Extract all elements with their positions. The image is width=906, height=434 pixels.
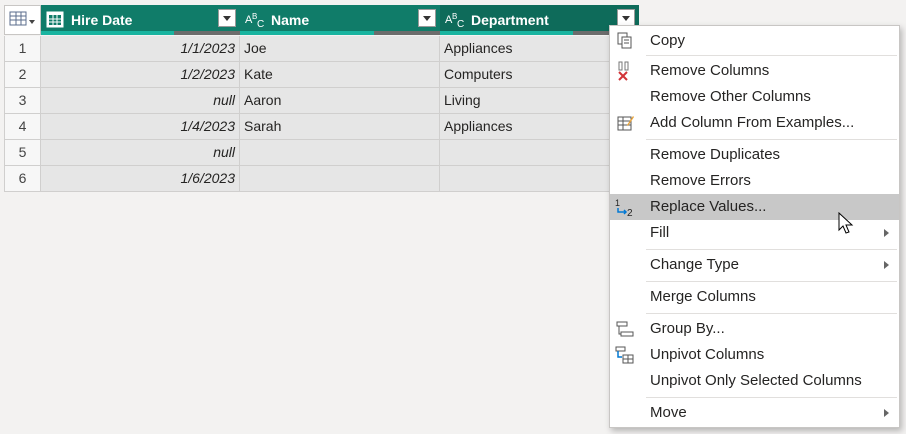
- replace-values-icon: 1 2: [615, 198, 633, 217]
- submenu-arrow-icon: [884, 261, 889, 269]
- menu-item-remove-columns[interactable]: Remove Columns: [610, 58, 899, 84]
- cell-hire-date[interactable]: null: [41, 140, 240, 166]
- column-quality-bar: [41, 31, 240, 35]
- menu-item-label: Remove Errors: [650, 172, 751, 189]
- column-header-label: Name: [271, 12, 310, 28]
- menu-separator: [646, 249, 897, 250]
- menu-item-label: Unpivot Only Selected Columns: [650, 372, 862, 389]
- menu-item-label: Change Type: [650, 256, 739, 273]
- menu-separator: [646, 55, 897, 56]
- menu-item-label: Remove Columns: [650, 62, 770, 79]
- cell-hire-date[interactable]: 1/2/2023: [41, 62, 240, 88]
- column-context-menu: Copy Remove Columns Remove Other Columns…: [609, 25, 900, 428]
- menu-separator: [646, 281, 897, 282]
- column-filter-dropdown-button[interactable]: [218, 9, 236, 27]
- menu-item-remove-duplicates[interactable]: Remove Duplicates: [610, 142, 899, 168]
- row-index[interactable]: 4: [4, 114, 41, 140]
- menu-item-label: Group By...: [650, 320, 725, 337]
- cell-name[interactable]: Sarah: [240, 114, 440, 140]
- cell-hire-date[interactable]: 1/6/2023: [41, 166, 240, 192]
- menu-item-label: Copy: [650, 32, 686, 49]
- column-header-hire-date[interactable]: Hire Date: [41, 5, 240, 35]
- menu-item-label: Remove Other Columns: [650, 88, 811, 105]
- column-header-name[interactable]: A B C Name: [240, 5, 440, 35]
- menu-item-remove-errors[interactable]: Remove Errors: [610, 168, 899, 194]
- unpivot-icon: [615, 346, 634, 364]
- cell-name[interactable]: Aaron: [240, 88, 440, 114]
- cell-name[interactable]: [240, 140, 440, 166]
- svg-text:2: 2: [627, 208, 633, 217]
- add-column-examples-icon: [617, 116, 634, 131]
- cell-name[interactable]: Joe: [240, 36, 440, 62]
- submenu-arrow-icon: [884, 229, 889, 237]
- cell-name[interactable]: Kate: [240, 62, 440, 88]
- menu-item-remove-other-columns[interactable]: Remove Other Columns: [610, 84, 899, 110]
- row-index[interactable]: 5: [4, 140, 41, 166]
- svg-text:C: C: [457, 19, 464, 29]
- menu-item-label: Merge Columns: [650, 288, 756, 305]
- column-header-label: Department: [471, 12, 549, 28]
- cell-hire-date[interactable]: 1/1/2023: [41, 36, 240, 62]
- mouse-cursor-icon: [838, 212, 854, 234]
- row-index[interactable]: 2: [4, 62, 41, 88]
- menu-item-add-column-from-examples[interactable]: Add Column From Examples...: [610, 110, 899, 136]
- menu-item-unpivot-only-selected-columns[interactable]: Unpivot Only Selected Columns: [610, 368, 899, 394]
- menu-item-label: Fill: [650, 224, 670, 241]
- copy-icon: [617, 32, 632, 49]
- menu-separator: [646, 139, 897, 140]
- menu-item-label: Unpivot Columns: [650, 346, 765, 363]
- menu-item-label: Add Column From Examples...: [650, 114, 855, 131]
- group-by-icon: [616, 321, 634, 337]
- submenu-arrow-icon: [884, 409, 889, 417]
- menu-separator: [646, 313, 897, 314]
- menu-item-group-by[interactable]: Group By...: [610, 316, 899, 342]
- column-quality-bar: [240, 31, 440, 35]
- menu-item-label: Remove Duplicates: [650, 146, 781, 163]
- row-index[interactable]: 6: [4, 166, 41, 192]
- table-select-all-button[interactable]: [4, 5, 41, 35]
- menu-item-label: Move: [650, 404, 687, 421]
- menu-item-move[interactable]: Move: [610, 400, 899, 426]
- svg-text:1: 1: [615, 198, 620, 208]
- table-icon: [9, 11, 35, 26]
- svg-text:C: C: [257, 19, 264, 29]
- text-type-icon: A B C: [445, 12, 464, 29]
- menu-item-merge-columns[interactable]: Merge Columns: [610, 284, 899, 310]
- menu-item-unpivot-columns[interactable]: Unpivot Columns: [610, 342, 899, 368]
- remove-columns-icon: [618, 61, 629, 81]
- column-header-label: Hire Date: [71, 12, 133, 28]
- menu-item-copy[interactable]: Copy: [610, 28, 899, 54]
- menu-item-change-type[interactable]: Change Type: [610, 252, 899, 278]
- menu-item-fill[interactable]: Fill: [610, 220, 899, 246]
- column-filter-dropdown-button[interactable]: [418, 9, 436, 27]
- row-index[interactable]: 3: [4, 88, 41, 114]
- menu-item-replace-values[interactable]: 1 2 Replace Values...: [610, 194, 899, 220]
- cell-hire-date[interactable]: 1/4/2023: [41, 114, 240, 140]
- row-index[interactable]: 1: [4, 36, 41, 62]
- text-type-icon: A B C: [245, 12, 264, 29]
- cell-hire-date[interactable]: null: [41, 88, 240, 114]
- cell-name[interactable]: [240, 166, 440, 192]
- menu-item-label: Replace Values...: [650, 198, 767, 215]
- menu-separator: [646, 397, 897, 398]
- table-type-icon: [46, 11, 64, 28]
